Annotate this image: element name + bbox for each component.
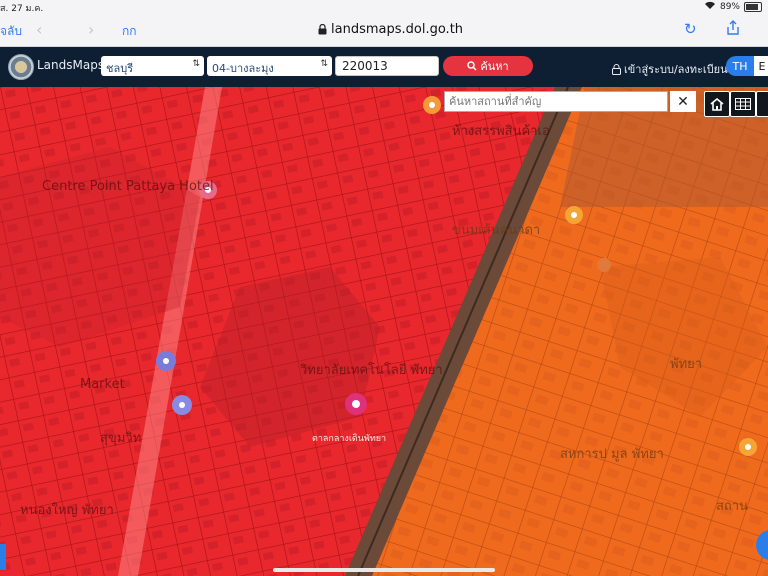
back-button[interactable]: จลับ — [0, 22, 22, 41]
home-indicator — [273, 568, 495, 572]
poi-search-input[interactable] — [444, 91, 668, 112]
chevron-updown-icon: ⇅ — [320, 59, 328, 69]
district-select[interactable]: 04-บางละมุง ⇅ — [207, 56, 332, 76]
map-view[interactable]: Centre Point Pattaya Hotel Market ขนมเส้… — [0, 87, 768, 576]
home-button[interactable] — [704, 91, 730, 117]
back-arrow-icon[interactable]: ‹ — [36, 20, 42, 39]
map-pin[interactable] — [345, 393, 367, 415]
login-link[interactable]: เข้าสู่ระบบ/ลงทะเบียน — [612, 60, 728, 78]
map-pin[interactable] — [565, 206, 583, 224]
map-label-municipal: สหการป มูล พัทยา — [560, 447, 664, 462]
login-label: เข้าสู่ระบบ/ลงทะเบียน — [624, 63, 728, 76]
grid-icon — [735, 98, 751, 110]
search-icon — [467, 61, 477, 71]
parcel-number-input[interactable]: 220013 — [335, 56, 439, 76]
chevron-updown-icon: ⇅ — [192, 59, 200, 69]
map-label-mall: ห้างสรรพสินค้าเอ — [452, 124, 550, 139]
brand-name: LandsMaps — [37, 58, 105, 72]
province-value: ชลบุรี — [106, 62, 134, 75]
lang-th-button[interactable]: TH — [726, 56, 754, 76]
lang-en-button[interactable]: E — [754, 56, 768, 76]
map-label-city: พัทยา — [670, 357, 703, 372]
forward-arrow-icon[interactable]: › — [88, 20, 94, 39]
search-button-label: ค้นหา — [480, 60, 509, 73]
clear-search-button[interactable]: ✕ — [670, 91, 696, 112]
map-label-south: หนองใหญ่ พัทยา — [20, 503, 114, 518]
url-text: landsmaps.dol.go.th — [331, 22, 464, 37]
browser-bar: จลับ ‹ › กก landsmaps.dol.go.th ↻ — [0, 14, 768, 47]
reload-icon[interactable]: ↻ — [684, 20, 697, 38]
map-label-crossing: ขนมเส้นคนาดา — [452, 223, 541, 238]
map-pin[interactable] — [156, 351, 176, 371]
map-label-market: Market — [80, 377, 125, 392]
wifi-icon — [704, 1, 716, 13]
map-label-hotel: Centre Point Pattaya Hotel — [42, 179, 214, 194]
status-bar: ส. 27 ม.ค. 89% — [0, 0, 768, 14]
text-size-button[interactable]: กก — [122, 22, 137, 41]
battery-icon — [744, 2, 762, 12]
close-icon: ✕ — [677, 93, 689, 110]
map-tool-button[interactable] — [756, 91, 768, 117]
map-label-road: สุขุมวิท — [100, 431, 142, 446]
status-time: ส. 27 ม.ค. — [0, 4, 44, 14]
home-icon — [710, 97, 724, 111]
landsmaps-logo — [8, 54, 34, 80]
map-pin[interactable] — [172, 395, 192, 415]
map-pin[interactable] — [597, 258, 611, 272]
province-select[interactable]: ชลบุรี ⇅ — [101, 56, 204, 76]
lock-icon — [318, 24, 327, 35]
layers-grid-button[interactable] — [730, 91, 756, 117]
map-label-college: วิทยาลัยเทคโนโลยี พัทยา — [300, 363, 443, 378]
app-header: LandsMaps ชลบุรี ⇅ 04-บางละมุง ⇅ 220013 … — [0, 47, 768, 87]
side-panel-tab[interactable] — [0, 544, 6, 570]
address-bar[interactable]: landsmaps.dol.go.th — [318, 22, 463, 37]
map-pin[interactable] — [423, 96, 441, 114]
map-label-station: สถาน — [716, 499, 748, 514]
district-value: 04-บางละมุง — [212, 62, 274, 75]
map-label-small: ตาลกลางเดินพัทยา — [312, 434, 387, 444]
map-canvas[interactable] — [0, 87, 768, 576]
search-button[interactable]: ค้นหา — [443, 56, 533, 76]
lock-icon — [612, 63, 621, 75]
share-icon[interactable] — [726, 20, 740, 40]
map-pin[interactable] — [739, 438, 757, 456]
battery-percent: 89% — [719, 2, 740, 12]
